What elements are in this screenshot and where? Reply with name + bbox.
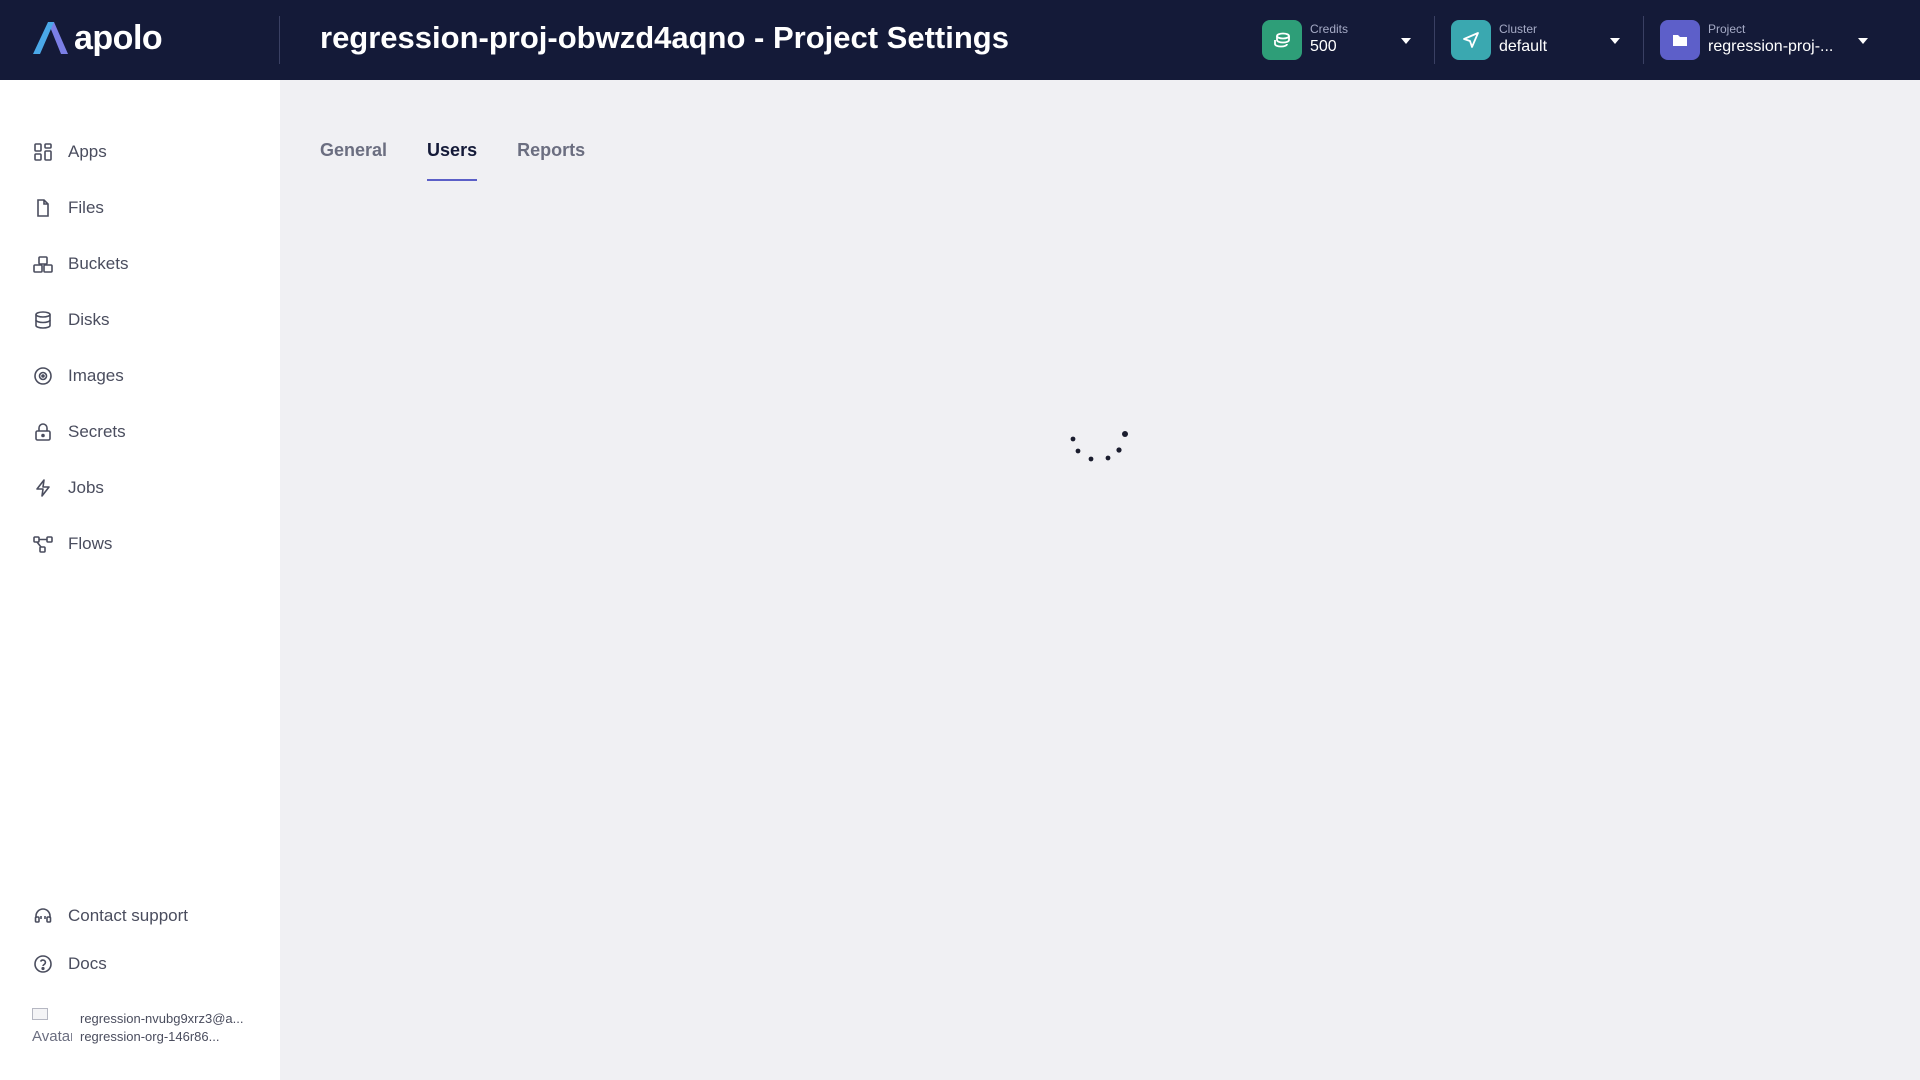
tab-reports[interactable]: Reports: [517, 140, 585, 182]
project-value: regression-proj-...: [1708, 38, 1834, 55]
sidebar-item-apps[interactable]: Apps: [32, 136, 107, 168]
user-org: regression-org-146r86...: [80, 1029, 220, 1044]
header-separator: [1434, 16, 1435, 64]
settings-tabs: General Users Reports: [320, 140, 585, 182]
headset-icon: [32, 905, 54, 927]
sidebar-item-images[interactable]: Images: [32, 360, 124, 392]
sidebar-item-label: Secrets: [68, 422, 126, 441]
image-disc-icon: [32, 365, 54, 387]
apolo-logo-icon: [33, 22, 68, 54]
tab-general[interactable]: General: [320, 140, 387, 182]
bucket-icon: [32, 253, 54, 275]
header-separator: [1643, 16, 1644, 64]
lightning-icon: [32, 477, 54, 499]
sidebar: Apps Files Buckets Disks Images Secrets …: [0, 80, 280, 1080]
help-circle-icon: [32, 953, 54, 975]
sidebar-item-flows[interactable]: Flows: [32, 528, 112, 560]
apolo-logo[interactable]: apolo: [32, 18, 163, 57]
avatar-alt-text: Avatar: [32, 1028, 72, 1045]
sidebar-item-docs[interactable]: Docs: [32, 948, 107, 980]
file-icon: [32, 197, 54, 219]
sidebar-item-label: Disks: [68, 310, 110, 329]
project-label: Project: [1708, 22, 1746, 36]
loading-spinner-icon: [1070, 431, 1128, 462]
sidebar-item-label: Docs: [68, 954, 107, 973]
cluster-value: default: [1499, 38, 1548, 55]
sidebar-item-label: Files: [68, 198, 104, 217]
folder-icon: [1660, 20, 1700, 60]
broken-image-icon: [32, 1008, 48, 1020]
avatar: Avatar: [32, 1008, 72, 1048]
sidebar-item-secrets[interactable]: Secrets: [32, 416, 126, 448]
coins-icon: [1262, 20, 1302, 60]
top-header: apolo regression-proj-obwzd4aqno - Proje…: [0, 0, 1920, 80]
credits-chevron-down-icon[interactable]: [1401, 38, 1411, 44]
header-divider: [279, 16, 280, 64]
project-chevron-down-icon[interactable]: [1858, 38, 1868, 44]
sidebar-item-label: Apps: [68, 142, 107, 161]
logo-text: apolo: [74, 18, 163, 57]
user-account[interactable]: Avatar regression-nvubg9xrz3@a... regres…: [32, 1008, 244, 1048]
sidebar-item-label: Jobs: [68, 478, 104, 497]
sidebar-item-label: Flows: [68, 534, 113, 553]
credits-value: 500: [1310, 38, 1337, 55]
credits-selector[interactable]: Credits 500: [1262, 20, 1422, 60]
cluster-label: Cluster: [1499, 22, 1538, 36]
sidebar-item-contact-support[interactable]: Contact support: [32, 900, 188, 932]
sidebar-item-jobs[interactable]: Jobs: [32, 472, 104, 504]
cluster-chevron-down-icon[interactable]: [1610, 38, 1620, 44]
sidebar-item-label: Contact support: [68, 906, 189, 925]
sidebar-item-label: Buckets: [68, 254, 129, 273]
sidebar-item-label: Images: [68, 366, 124, 385]
navigation-arrow-icon: [1451, 20, 1491, 60]
page-title: regression-proj-obwzd4aqno - Project Set…: [320, 20, 1009, 55]
sidebar-item-buckets[interactable]: Buckets: [32, 248, 128, 280]
cluster-selector[interactable]: Cluster default: [1451, 20, 1611, 60]
credits-label: Credits: [1310, 22, 1349, 36]
database-icon: [32, 309, 54, 331]
sidebar-item-files[interactable]: Files: [32, 192, 104, 224]
sidebar-item-disks[interactable]: Disks: [32, 304, 110, 336]
grid-icon: [32, 141, 54, 163]
user-email: regression-nvubg9xrz3@a...: [80, 1011, 244, 1026]
lock-icon: [32, 421, 54, 443]
tab-users[interactable]: Users: [427, 140, 478, 182]
flow-icon: [32, 533, 54, 555]
project-selector[interactable]: Project regression-proj-...: [1660, 20, 1860, 60]
